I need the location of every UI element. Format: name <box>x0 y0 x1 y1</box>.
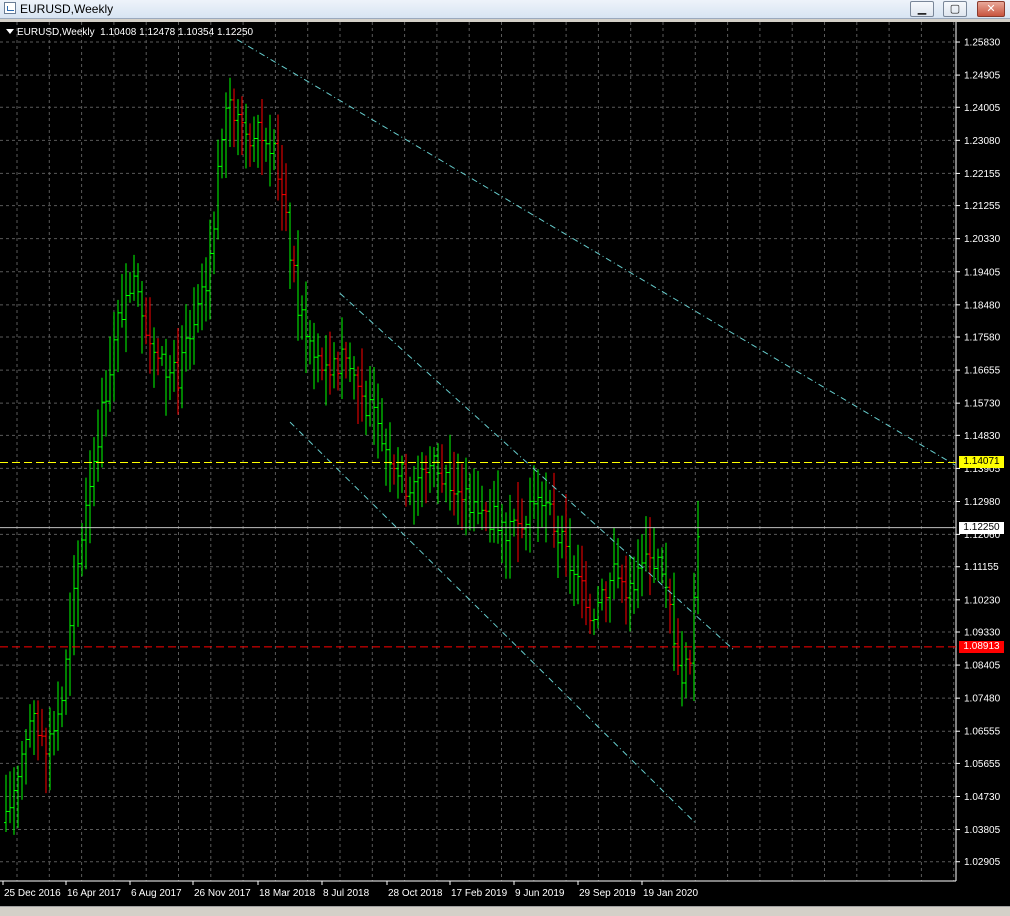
price-axis-label: 1.02905 <box>964 857 1001 868</box>
time-axis-label: 25 Dec 2016 <box>4 888 61 899</box>
price-axis-label: 1.07480 <box>964 694 1001 705</box>
chart-symbol-header: EURUSD,Weekly 1.10408 1.12478 1.10354 1.… <box>6 27 253 38</box>
bid-price-tag: 1.12250 <box>959 521 1004 534</box>
window-title: EURUSD,Weekly <box>20 2 114 16</box>
price-axis-label: 1.06555 <box>964 727 1001 738</box>
time-axis-label: 26 Nov 2017 <box>194 888 251 899</box>
price-chart[interactable]: 1.25830 1.24905 1.24005 1.23080 1.22155 1.212… <box>0 22 1010 906</box>
maximize-button[interactable]: ▢ <box>943 1 967 17</box>
price-axis-label: 1.09330 <box>964 627 1001 638</box>
status-bar <box>0 906 1010 916</box>
price-axis-label: 1.08405 <box>964 661 1001 672</box>
close-button[interactable]: ✕ <box>977 1 1005 17</box>
price-axis-label: 1.12980 <box>964 497 1001 508</box>
time-axis-label: 17 Feb 2019 <box>451 888 508 899</box>
price-axis-label: 1.05655 <box>964 759 1001 770</box>
price-axis-label: 1.16655 <box>964 366 1001 377</box>
collapse-triangle-icon[interactable] <box>6 29 14 34</box>
price-axis-label: 1.03805 <box>964 825 1001 836</box>
window-titlebar[interactable]: EURUSD,Weekly ▁ ▢ ✕ <box>0 0 1010 19</box>
terminal-chart-window: EURUSD,Weekly ▁ ▢ ✕ 1.25830 1.24905 1.2400… <box>0 0 1010 916</box>
price-axis-label: 1.24905 <box>964 71 1001 82</box>
price-axis-label: 1.23080 <box>964 136 1001 147</box>
price-axis-label: 1.24005 <box>964 103 1001 114</box>
time-axis-label: 9 Jun 2019 <box>515 888 565 899</box>
price-axis-label: 1.21255 <box>964 201 1001 212</box>
price-axis-label: 1.10230 <box>964 595 1001 606</box>
price-axis-label: 1.15730 <box>964 399 1001 410</box>
price-axis-label: 1.18480 <box>964 300 1001 311</box>
chart-background <box>0 22 1010 906</box>
time-axis-label: 6 Aug 2017 <box>131 888 182 899</box>
time-axis-label: 16 Apr 2017 <box>67 888 121 899</box>
chart-window-icon <box>4 2 16 14</box>
price-axis-label: 1.20330 <box>964 234 1001 245</box>
price-axis-label: 1.04730 <box>964 792 1001 803</box>
time-axis-label: 18 Mar 2018 <box>259 888 316 899</box>
time-axis-label: 29 Sep 2019 <box>579 888 636 899</box>
price-axis-label: 1.25830 <box>964 38 1001 49</box>
level-price-tag-yellow: 1.14071 <box>959 456 1004 469</box>
price-axis-label: 1.22155 <box>964 169 1001 180</box>
time-axis-label: 28 Oct 2018 <box>388 888 443 899</box>
price-axis-label: 1.11155 <box>964 562 999 573</box>
chart-symbol-label: EURUSD,Weekly <box>17 27 95 38</box>
time-axis-label: 19 Jan 2020 <box>643 888 698 899</box>
chart-canvas[interactable]: 1.25830 1.24905 1.24005 1.23080 1.22155 1.212… <box>0 22 1010 906</box>
price-axis-label: 1.17580 <box>964 333 1001 344</box>
price-axis-label: 1.14830 <box>964 431 1001 442</box>
level-price-tag-red: 1.08913 <box>959 640 1004 653</box>
time-axis-label: 8 Jul 2018 <box>323 888 370 899</box>
chart-ohlc-values: 1.10408 1.12478 1.10354 1.12250 <box>100 27 254 38</box>
price-axis-label: 1.19405 <box>964 267 1001 278</box>
minimize-button[interactable]: ▁ <box>910 1 934 17</box>
